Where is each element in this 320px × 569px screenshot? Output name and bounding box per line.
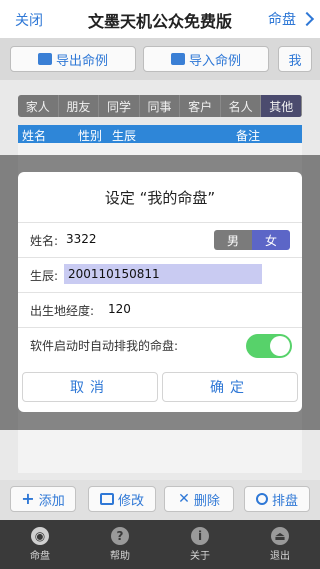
action-bar: + 添加 修改 ✕ 删除 排盘 [0,480,320,520]
delete-label: 删除 [193,493,220,509]
edit-icon [99,493,114,505]
edit-label: 修改 [117,493,144,509]
info-icon: i [191,527,209,545]
col-gender: 性别 [78,129,103,143]
nav-about[interactable]: i 关于 [160,520,240,569]
toolbar: 导出命例 导入命例 我 [0,38,320,80]
exit-icon: ⏏ [271,527,289,545]
autoload-row: 软件启动时自动排我的命盘: [18,327,302,361]
top-bar: 关闭 文墨天机公众免费版 命盘 [0,0,320,38]
delete-icon: ✕ [178,491,190,507]
thumbs-up-icon [37,53,52,65]
chart-icon: ◉ [31,527,49,545]
chart-nav-button[interactable]: 命盘 [268,9,315,29]
my-chart-label: 我 [288,53,302,69]
longitude-row: 出生地经度: 120 [18,292,302,326]
add-button[interactable]: + 添加 [10,486,76,512]
edit-button[interactable]: 修改 [88,486,156,512]
dob-field[interactable]: 200110150811 [64,264,262,284]
import-cases-label: 导入命例 [188,53,241,69]
export-cases-button[interactable]: 导出命例 [10,46,136,72]
nav-about-label: 关于 [190,551,210,562]
nav-chart[interactable]: ◉ 命盘 [0,520,80,569]
cancel-button[interactable]: 取消 [22,372,158,402]
arrange-label: 排盘 [271,493,298,509]
nav-exit-label: 退出 [270,551,290,562]
tab-celebrities[interactable]: 名人 [221,95,262,117]
nav-exit[interactable]: ⏏ 退出 [240,520,320,569]
tab-clients[interactable]: 客户 [180,95,221,117]
gear-icon [255,493,268,505]
tab-family[interactable]: 家人 [18,95,59,117]
gender-female-button[interactable]: 女 [252,230,290,250]
export-cases-label: 导出命例 [55,53,108,69]
dob-label: 生辰: [30,269,59,283]
name-field[interactable]: 3322 [66,232,97,246]
dob-row: 生辰: 200110150811 [18,257,302,291]
confirm-button[interactable]: 确定 [162,372,298,402]
longitude-label: 出生地经度: [30,304,95,318]
tab-friends[interactable]: 朋友 [59,95,100,117]
dialog-title: 设定 “我的命盘” [104,189,216,207]
plus-icon: + [21,489,35,508]
col-name: 姓名 [22,129,47,143]
nav-help[interactable]: ? 帮助 [80,520,160,569]
tab-colleagues[interactable]: 同事 [140,95,181,117]
my-chart-button[interactable]: 我 [278,46,312,72]
nav-chart-label: 命盘 [30,551,50,562]
chevron-right-icon [299,11,315,27]
toggle-knob [270,336,290,356]
my-chart-dialog: 设定 “我的命盘” 姓名: 3322 男 女 生辰: 200110150811 … [18,172,302,412]
tab-other[interactable]: 其他 [261,95,302,117]
gender-male-button[interactable]: 男 [214,230,252,250]
nav-help-label: 帮助 [110,551,130,562]
gender-toggle: 男 女 [214,230,290,250]
name-label: 姓名: [30,234,59,248]
arrange-button[interactable]: 排盘 [244,486,310,512]
tab-classmates[interactable]: 同学 [99,95,140,117]
add-label: 添加 [38,493,65,509]
help-icon: ? [111,527,129,545]
name-row: 姓名: 3322 男 女 [18,222,302,256]
chart-nav-label: 命盘 [268,12,296,28]
thumbs-up-icon [170,53,185,65]
bottom-nav: ◉ 命盘 ? 帮助 i 关于 ⏏ 退出 [0,520,320,569]
delete-button[interactable]: ✕ 删除 [164,486,234,512]
category-tabs: 家人 朋友 同学 同事 客户 名人 其他 [18,95,302,117]
import-cases-button[interactable]: 导入命例 [143,46,269,72]
col-notes: 备注 [236,129,261,143]
longitude-field[interactable]: 120 [108,302,131,316]
autoload-label: 软件启动时自动排我的命盘: [30,339,179,353]
autoload-toggle[interactable] [246,334,292,358]
table-header: 姓名 性别 生辰 备注 [18,125,302,143]
col-birth: 生辰 [112,129,137,143]
